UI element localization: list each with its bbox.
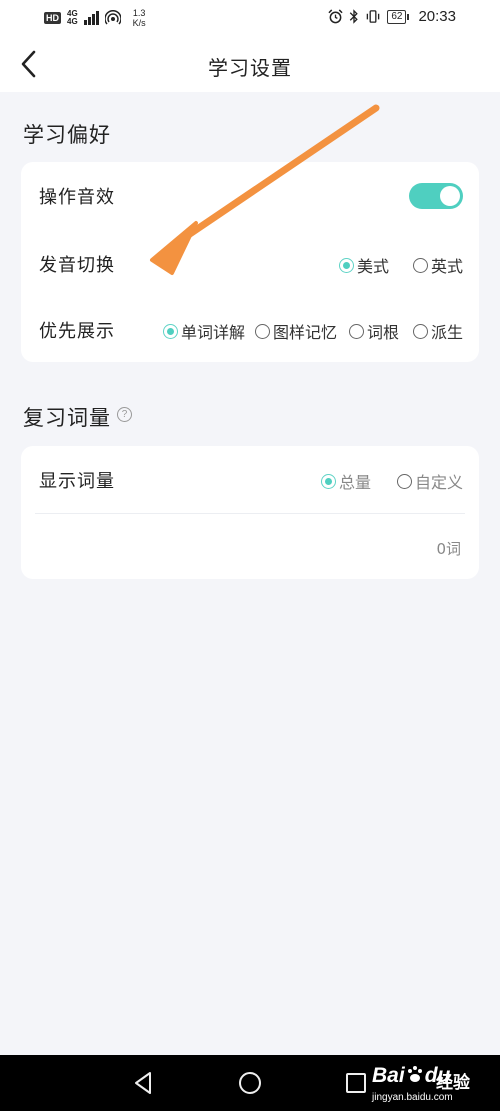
pronunciation-radio-group: 美式 英式: [338, 253, 463, 277]
display-option-word-detail[interactable]: 单词详解: [162, 319, 245, 343]
display-priority-label: 优先展示: [39, 321, 115, 342]
bluetooth-icon: [350, 9, 359, 24]
review-card: 显示词量 总量 自定义 0词: [21, 446, 479, 579]
preferences-card: 操作音效 发音切换 美式 英式 优先展示 单词详解 图样记忆 词根 派生: [21, 162, 479, 362]
radio-unselected-icon: [254, 323, 270, 339]
count-radio-group: 总量 自定义: [320, 469, 463, 493]
count-option-total[interactable]: 总量: [320, 469, 371, 493]
toggle-knob: [440, 186, 460, 206]
status-bar: HD 4G 4G 1.3 K/s 62 20:33: [0, 0, 500, 36]
back-nav-icon[interactable]: [130, 1069, 158, 1097]
radio-unselected-icon: [412, 257, 428, 273]
header: 学习设置: [0, 36, 500, 92]
display-option-derivative[interactable]: 派生: [412, 319, 463, 343]
count-option-custom[interactable]: 自定义: [396, 469, 463, 493]
display-priority-radio-group: 单词详解 图样记忆 词根 派生: [162, 319, 463, 343]
show-count-label: 显示词量: [39, 471, 115, 492]
radio-selected-icon: [338, 257, 354, 273]
radio-selected-icon: [320, 473, 336, 489]
recents-nav-icon[interactable]: [342, 1069, 370, 1097]
pronunciation-option-uk[interactable]: 英式: [412, 253, 463, 277]
radio-unselected-icon: [396, 473, 412, 489]
page-title: 学习设置: [208, 56, 292, 80]
radio-unselected-icon: [348, 323, 364, 339]
clock: 20:33: [418, 8, 456, 25]
pronunciation-option-us[interactable]: 美式: [338, 253, 389, 277]
help-icon[interactable]: ?: [117, 407, 132, 422]
paw-icon: [407, 1066, 422, 1082]
count-value: 0词: [436, 540, 461, 558]
radio-unselected-icon: [412, 323, 428, 339]
pronunciation-label: 发音切换: [39, 255, 115, 276]
preferences-section-title: 学习偏好: [23, 123, 111, 147]
net-speed: 1.3 K/s: [132, 8, 146, 28]
review-section-title: 复习词量: [23, 406, 111, 430]
divider: [35, 513, 465, 514]
status-right: 62 20:33: [328, 8, 456, 25]
jingyan-label: 经验: [436, 1073, 470, 1092]
battery-icon: 62: [387, 9, 410, 24]
signal-icon: [83, 11, 99, 25]
baidu-jingyan-watermark: Bai du 经验 jingyan.baidu.com: [372, 1060, 492, 1108]
sound-effect-label: 操作音效: [39, 187, 115, 208]
hd-badge: HD: [44, 12, 61, 24]
hotspot-icon: [104, 10, 121, 25]
signal-type: 4G 4G: [67, 9, 78, 26]
display-option-picture-memory[interactable]: 图样记忆: [254, 319, 337, 343]
watermark-url: jingyan.baidu.com: [372, 1092, 453, 1103]
sound-effect-toggle[interactable]: [409, 183, 463, 209]
radio-selected-icon: [162, 323, 178, 339]
alarm-icon: [328, 9, 343, 24]
home-nav-icon[interactable]: [236, 1069, 264, 1097]
vibrate-icon: [367, 10, 380, 23]
status-left: HD 4G 4G 1.3 K/s: [44, 8, 146, 28]
display-option-root[interactable]: 词根: [348, 319, 399, 343]
